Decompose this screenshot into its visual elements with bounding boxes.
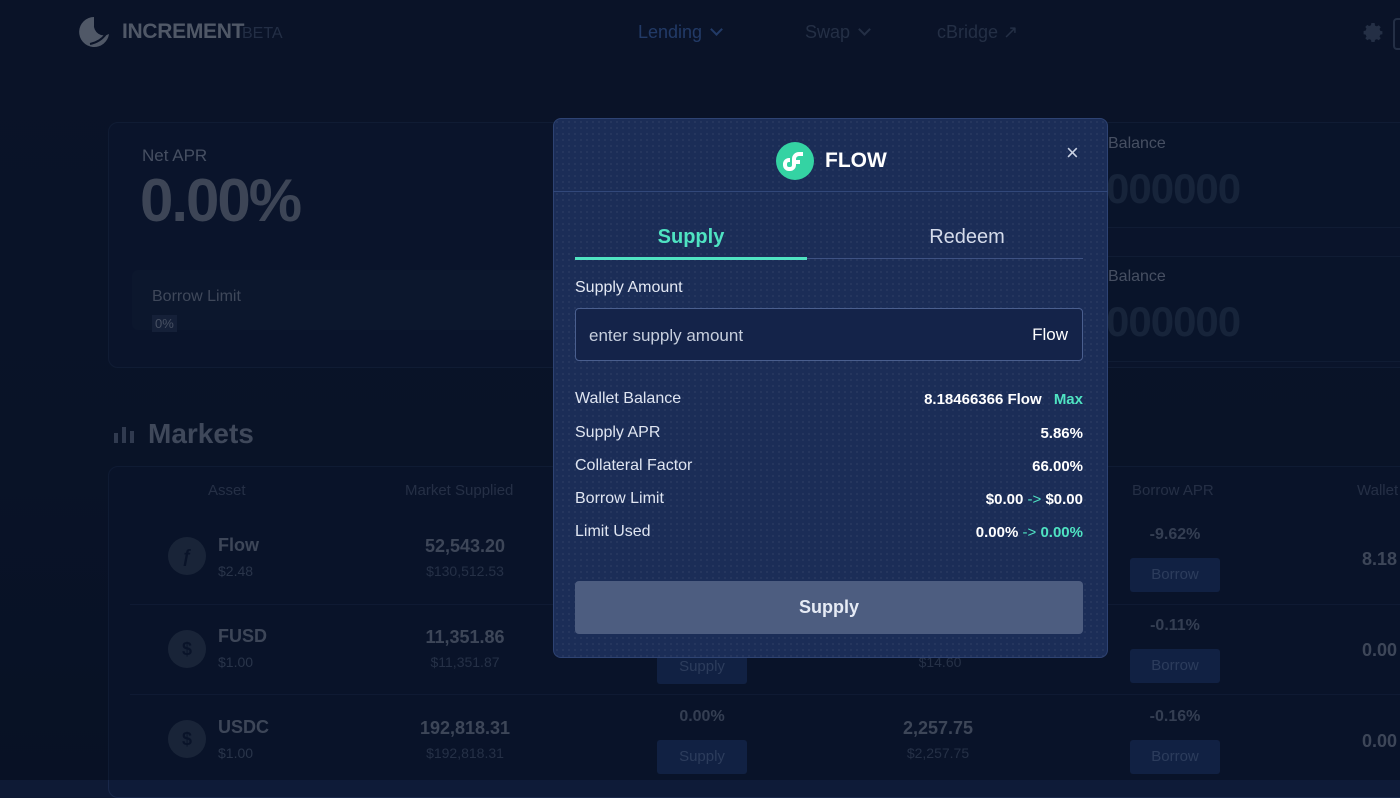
collateral-factor-label: Collateral Factor (575, 457, 693, 474)
close-icon[interactable]: × (1066, 142, 1079, 164)
supply-apr-value: 5.86% (1040, 425, 1083, 442)
flow-logo-icon (776, 142, 814, 180)
collateral-factor-value: 66.00% (1032, 458, 1083, 475)
borrow-limit-label: Borrow Limit (575, 490, 664, 507)
limit-used-to: 0.00% (1040, 524, 1083, 541)
supply-modal (553, 118, 1108, 658)
input-unit: Flow (1032, 325, 1068, 344)
borrow-limit-from: $0.00 (985, 491, 1024, 508)
modal-title: FLOW (825, 149, 887, 172)
supply-submit-button[interactable]: Supply (575, 581, 1083, 634)
arrow-icon: -> (1022, 524, 1037, 541)
limit-used-from: 0.00% (975, 524, 1019, 541)
borrow-limit-row: $0.00 -> $0.00 (986, 491, 1083, 508)
wallet-balance-value: 8.18466366 Flow (924, 391, 1042, 408)
wallet-balance-row: 8.18466366 Flow Max (924, 391, 1083, 408)
supply-apr-label: Supply APR (575, 424, 661, 441)
supply-amount-label: Supply Amount (575, 279, 683, 296)
modal-header-divider (553, 191, 1108, 192)
limit-used-row: 0.00% -> 0.00% (976, 524, 1083, 541)
tab-redeem[interactable]: Redeem (852, 226, 1082, 249)
limit-used-label: Limit Used (575, 523, 651, 540)
tab-supply[interactable]: Supply (575, 226, 807, 249)
wallet-balance-label: Wallet Balance (575, 390, 682, 407)
supply-amount-input[interactable] (587, 309, 991, 362)
borrow-limit-to: $0.00 (1045, 491, 1083, 508)
arrow-icon: -> (1027, 491, 1042, 508)
supply-amount-field: Flow (575, 308, 1083, 362)
tab-active-indicator (575, 257, 807, 260)
max-button[interactable]: Max (1054, 391, 1083, 408)
